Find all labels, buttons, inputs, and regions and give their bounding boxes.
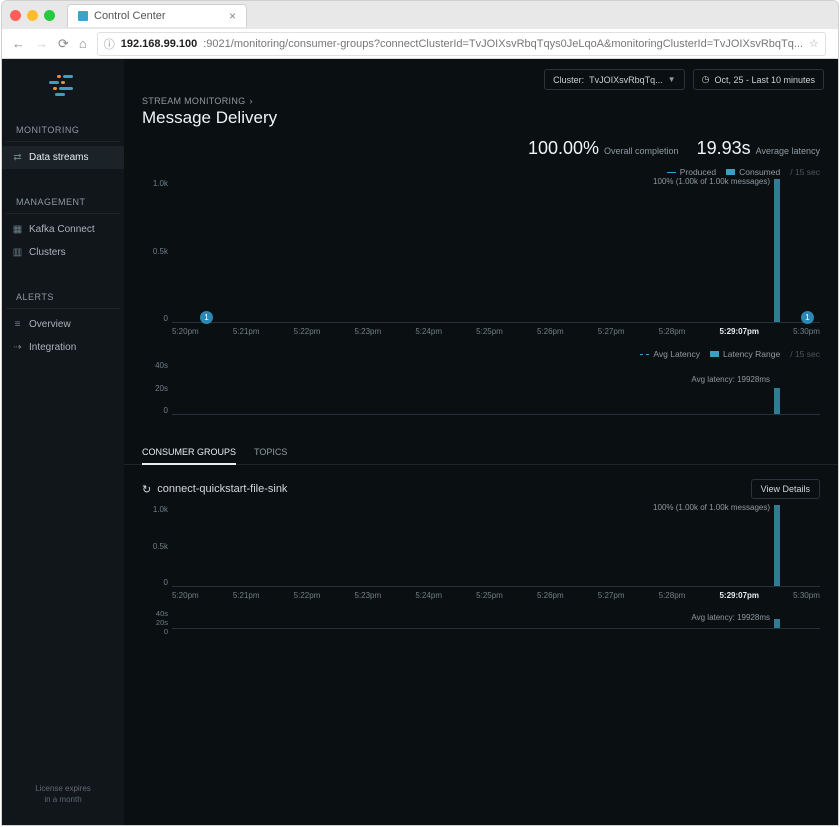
metric-label: Average latency xyxy=(756,146,820,156)
timerange-value: Oct, 25 - Last 10 minutes xyxy=(714,75,815,85)
chart-annotation: Avg latency: 19928ms xyxy=(691,375,770,384)
metric-latency: 19.93s Average latency xyxy=(697,138,820,159)
sidebar-item-label: Kafka Connect xyxy=(29,224,95,235)
y-axis: 40s 20s 0 xyxy=(142,361,168,415)
consumed-swatch-icon xyxy=(726,169,735,175)
consumer-group-name: ↻ connect-quickstart-file-sink xyxy=(142,483,287,496)
metric-completion: 100.00% Overall completion xyxy=(528,138,679,159)
sidebar: MONITORING ⇄ Data streams MANAGEMENT ▦ K… xyxy=(2,59,124,825)
main-content: Cluster: TvJOIXsvRbqTq... ▼ ◷ Oct, 25 - … xyxy=(124,59,838,825)
chevron-down-icon: ▼ xyxy=(668,75,676,84)
reload-icon[interactable]: ⟳ xyxy=(58,36,69,52)
integration-icon: ⇢ xyxy=(12,342,23,353)
timerange-selector[interactable]: ◷ Oct, 25 - Last 10 minutes xyxy=(693,69,824,90)
view-details-button[interactable]: View Details xyxy=(751,479,820,499)
section-management: MANAGEMENT xyxy=(6,185,120,214)
tabs: CONSUMER GROUPS TOPICS xyxy=(124,433,838,465)
section-monitoring: MONITORING xyxy=(6,113,120,142)
sidebar-item-label: Integration xyxy=(29,342,76,353)
overview-icon: ≡ xyxy=(12,319,23,330)
alert-badge[interactable]: 1 xyxy=(801,311,814,324)
sidebar-item-label: Data streams xyxy=(29,152,88,163)
chart-legend-latency: Avg Latency Latency Range / 15 sec xyxy=(142,349,820,359)
url-input[interactable]: ⓘ 192.168.99.100 :9021/monitoring/consum… xyxy=(97,32,826,56)
url-host: 192.168.99.100 xyxy=(121,38,197,50)
y-axis: 1.0k 0.5k 0 xyxy=(142,505,168,587)
messages-chart: 1.0k 0.5k 0 100% (1.00k of 1.00k message… xyxy=(142,179,820,341)
chart-annotation: Avg latency: 19928ms xyxy=(691,613,770,622)
consumer-group-header: ↻ connect-quickstart-file-sink View Deta… xyxy=(124,465,838,503)
x-axis: 5:20pm 5:21pm 5:22pm 5:23pm 5:24pm 5:25p… xyxy=(172,591,820,605)
cluster-selector[interactable]: Cluster: TvJOIXsvRbqTq... ▼ xyxy=(544,69,684,90)
x-axis: 5:20pm 5:21pm 5:22pm 5:23pm 5:24pm 5:25p… xyxy=(172,327,820,341)
sidebar-item-clusters[interactable]: ▥ Clusters xyxy=(2,241,124,264)
sidebar-item-kafka-connect[interactable]: ▦ Kafka Connect xyxy=(2,218,124,241)
chart-legend-messages: Produced Consumed / 15 sec xyxy=(142,167,820,177)
produced-swatch-icon xyxy=(667,172,676,173)
chart-bar xyxy=(774,619,780,629)
clusters-icon: ▥ xyxy=(12,247,23,258)
metric-value: 100.00% xyxy=(528,138,599,159)
chevron-right-icon: › xyxy=(249,96,252,106)
data-streams-icon: ⇄ xyxy=(12,152,23,163)
app-root: MONITORING ⇄ Data streams MANAGEMENT ▦ K… xyxy=(2,59,838,825)
y-axis: 1.0k 0.5k 0 xyxy=(142,179,168,323)
cluster-value: TvJOIXsvRbqTq... xyxy=(589,75,663,85)
sidebar-item-label: Clusters xyxy=(29,247,66,258)
group-messages-chart: 1.0k 0.5k 0 100% (1.00k of 1.00k message… xyxy=(142,505,820,605)
tab-title: Control Center xyxy=(94,10,166,22)
metric-label: Overall completion xyxy=(604,146,679,156)
browser-tab[interactable]: Control Center × xyxy=(67,4,247,27)
window-controls xyxy=(10,10,55,21)
maximize-window-icon[interactable] xyxy=(44,10,55,21)
chart-annotation: 100% (1.00k of 1.00k messages) xyxy=(653,503,770,512)
tab-topics[interactable]: TOPICS xyxy=(254,447,287,464)
latency-chart: 40s 20s 0 Avg latency: 19928ms xyxy=(142,361,820,433)
sidebar-item-overview[interactable]: ≡ Overview xyxy=(2,313,124,336)
sidebar-item-data-streams[interactable]: ⇄ Data streams xyxy=(2,146,124,169)
chart-annotation: 100% (1.00k of 1.00k messages) xyxy=(653,177,770,186)
section-alerts: ALERTS xyxy=(6,280,120,309)
browser-menu-icon[interactable]: ⋮ xyxy=(836,35,840,52)
url-path: :9021/monitoring/consumer-groups?connect… xyxy=(203,38,803,50)
sidebar-item-label: Overview xyxy=(29,319,71,330)
latency-range-swatch-icon xyxy=(710,351,719,357)
page-title: Message Delivery xyxy=(142,108,820,128)
group-latency-chart: 40s 20s 0 Avg latency: 19928ms xyxy=(142,609,820,647)
topbar: Cluster: TvJOIXsvRbqTq... ▼ ◷ Oct, 25 - … xyxy=(124,59,838,90)
page-header: STREAM MONITORING › Message Delivery xyxy=(124,90,838,138)
sidebar-item-integration[interactable]: ⇢ Integration xyxy=(2,336,124,359)
address-bar: ← → ⟳ ⌂ ⓘ 192.168.99.100 :9021/monitorin… xyxy=(2,29,838,59)
avg-latency-swatch-icon xyxy=(640,354,649,355)
info-icon: ⓘ xyxy=(104,36,115,52)
forward-icon[interactable]: → xyxy=(35,36,48,51)
chart-bar xyxy=(774,388,780,415)
y-axis: 40s 20s 0 xyxy=(142,609,168,629)
chart-bar xyxy=(774,505,780,586)
consumer-group-icon: ↻ xyxy=(142,483,151,496)
browser-tab-bar: Control Center × xyxy=(2,1,838,29)
minimize-window-icon[interactable] xyxy=(27,10,38,21)
back-icon[interactable]: ← xyxy=(12,36,25,51)
tab-close-icon[interactable]: × xyxy=(229,9,236,23)
browser-window: Control Center × ← → ⟳ ⌂ ⓘ 192.168.99.10… xyxy=(1,0,839,826)
close-window-icon[interactable] xyxy=(10,10,21,21)
tab-consumer-groups[interactable]: CONSUMER GROUPS xyxy=(142,447,236,465)
kafka-connect-icon: ▦ xyxy=(12,224,23,235)
bookmark-icon[interactable]: ☆ xyxy=(809,37,819,50)
cluster-label: Cluster: xyxy=(553,75,584,85)
chart-bar xyxy=(774,179,780,322)
home-icon[interactable]: ⌂ xyxy=(79,36,87,51)
license-notice: License expires in a month xyxy=(2,771,124,825)
breadcrumb[interactable]: STREAM MONITORING › xyxy=(142,96,820,106)
metrics-summary: 100.00% Overall completion 19.93s Averag… xyxy=(124,138,838,167)
logo xyxy=(2,59,124,113)
alert-badge[interactable]: 1 xyxy=(200,311,213,324)
clock-icon: ◷ xyxy=(702,74,710,85)
metric-value: 19.93s xyxy=(697,138,751,159)
favicon-icon xyxy=(78,11,88,21)
